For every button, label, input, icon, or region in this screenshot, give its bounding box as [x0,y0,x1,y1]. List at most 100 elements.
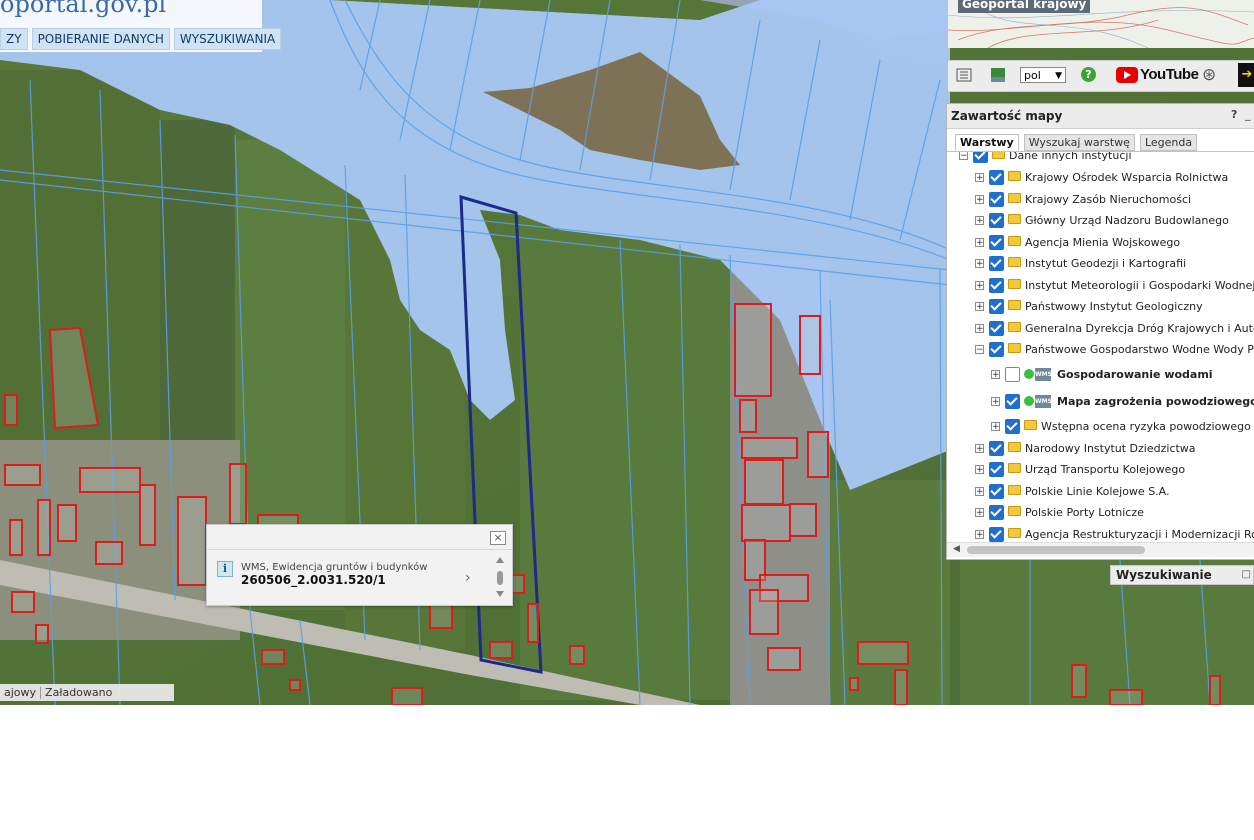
popup-divider [207,549,512,550]
expand-icon[interactable]: + [991,370,1000,380]
layer-checkbox[interactable] [989,256,1004,271]
logo-banner: oportal.gov.pl ZY POBIERANIE DANYCH WYSZ… [0,0,282,52]
layer-row[interactable]: + Polskie Linie Kolejowe S.A. [947,482,1254,502]
folder-icon [1008,300,1021,310]
panel-header: Zawartość mapy ? _ [947,104,1254,129]
layer-checkbox[interactable] [989,527,1004,542]
logo[interactable]: oportal.gov.pl [0,0,166,18]
scroll-left-icon[interactable]: ◀ [953,544,960,554]
expand-icon[interactable]: + [975,259,984,269]
layer-checkbox[interactable] [989,170,1004,185]
layer-checkbox[interactable] [989,192,1004,207]
field-strip [520,210,730,700]
tab-layers[interactable]: Warstwy [955,134,1019,151]
horizontal-scrollbar[interactable]: ◀ [947,542,1254,557]
collapse-icon[interactable]: − [959,152,968,161]
layer-row[interactable]: + Polskie Porty Lotnicze [947,503,1254,523]
layer-row[interactable]: + WMS Mapa zagrożenia powodziowego [947,392,1254,412]
expand-icon[interactable]: + [975,324,984,334]
layer-checkbox[interactable] [989,235,1004,250]
layer-checkbox[interactable] [989,321,1004,336]
expand-icon[interactable]: + [975,487,984,497]
collapse-icon[interactable]: − [975,345,984,355]
expand-icon[interactable]: + [991,397,1000,407]
expand-icon[interactable]: + [975,238,984,248]
expand-icon[interactable]: + [991,422,1000,432]
wms-layer-icon: WMS [1035,395,1052,408]
layer-checkbox[interactable] [989,462,1004,477]
settings-icon[interactable]: ⊛ [1202,65,1216,85]
layer-checkbox[interactable] [989,213,1004,228]
layer-checkbox[interactable] [989,299,1004,314]
layer-row[interactable]: + Urząd Transportu Kolejowego [947,460,1254,480]
layer-row[interactable]: + Krajowy Ośrodek Wsparcia Rolnictwa [947,168,1254,188]
layer-row[interactable]: + Wstępna ocena ryzyka powodziowego [947,417,1254,437]
layer-row[interactable]: + Instytut Meteorologii i Gospodarki Wodn… [947,276,1254,296]
tab-search-layer[interactable]: Wyszukaj warstwę [1023,134,1135,151]
expand-icon[interactable]: + [975,465,984,475]
scroll-thumb[interactable] [497,571,503,585]
layer-row[interactable]: + Instytut Geodezji i Kartografii [947,254,1254,274]
panel-minimize-icon[interactable]: _ [1245,108,1251,121]
expand-icon[interactable]: + [975,173,984,183]
wms-icon[interactable] [990,67,1006,83]
overview-map[interactable]: Geoportal krajowy [948,0,1254,48]
expand-icon[interactable]: + [975,195,984,205]
layer-row[interactable]: − Państwowe Gospodarstwo Wodne Wody Polsk… [947,340,1254,360]
folder-icon [1008,506,1021,516]
layer-checkbox[interactable] [989,278,1004,293]
layer-checkbox[interactable] [989,342,1004,357]
search-panel-header[interactable]: Wyszukiwanie □ [1110,565,1254,585]
folder-icon [1008,171,1021,181]
menu-item-download[interactable]: POBIERANIE DANYCH [31,28,170,50]
restore-icon[interactable]: □ [1242,569,1251,580]
feature-info-popup: × i WMS, Ewidencja gruntów i budynków 26… [206,524,513,606]
layer-row[interactable]: + WMS Gospodarowanie wodami [947,365,1254,385]
layer-row[interactable]: + Generalna Dyrekcja Dróg Krajowych i Aut… [947,319,1254,339]
folder-icon [1008,214,1021,224]
layer-label: Polskie Linie Kolejowe S.A. [1025,485,1170,498]
language-select[interactable]: pol ▼ [1020,67,1066,83]
chevron-right-icon[interactable]: › [465,570,471,586]
panel-help-icon[interactable]: ? [1231,108,1237,121]
layer-row[interactable]: + Krajowy Zasób Nieruchomości [947,190,1254,210]
youtube-button[interactable]: YouTube [1116,66,1199,83]
layer-row[interactable]: + Agencja Mienia Wojskowego [947,233,1254,253]
legend-icon[interactable] [956,67,972,83]
expand-icon[interactable]: + [975,530,984,540]
layer-row[interactable]: + Narodowy Instytut Dziedzictwa [947,439,1254,459]
field-strip [830,480,950,705]
menu-item-search[interactable]: WYSZUKIWANIA [173,28,282,50]
layer-row[interactable]: + Agencja Restrukturyzacji i Modernizacji… [947,525,1254,542]
popup-source: WMS, Ewidencja gruntów i budynków [241,562,428,573]
scroll-up-icon[interactable] [496,557,504,563]
layer-checkbox[interactable] [973,152,988,163]
layer-checkbox[interactable] [1005,394,1020,409]
chevron-down-icon: ▼ [1055,71,1062,81]
expand-icon[interactable]: + [975,216,984,226]
parcel-id: 260506_2.0031.520/1 [241,573,386,587]
scroll-down-icon[interactable] [496,591,504,597]
popup-scrollbar[interactable] [495,555,505,603]
layer-row[interactable]: − Dane innych instytucji [947,152,1254,166]
layer-label: Generalna Dyrekcja Dróg Krajowych i Auto… [1025,322,1254,335]
expand-icon[interactable]: + [975,302,984,312]
close-icon[interactable]: × [490,531,506,545]
tab-legend[interactable]: Legenda [1139,134,1198,151]
layer-label: Krajowy Zasób Nieruchomości [1025,193,1192,206]
layer-checkbox[interactable] [1005,419,1020,434]
layer-label: Główny Urząd Nadzoru Budowlanego [1025,214,1229,227]
menu-item-partial[interactable]: ZY [0,28,28,50]
layer-checkbox[interactable] [989,441,1004,456]
expand-icon[interactable]: + [975,444,984,454]
layer-checkbox[interactable] [1005,367,1020,382]
layer-row[interactable]: + Państwowy Instytut Geologiczny [947,297,1254,317]
layer-row[interactable]: + Główny Urząd Nadzoru Budowlanego [947,211,1254,231]
scroll-thumb[interactable] [967,546,1145,554]
layer-checkbox[interactable] [989,505,1004,520]
expand-icon[interactable]: + [975,281,984,291]
help-icon[interactable]: ? [1081,67,1096,82]
layer-checkbox[interactable] [989,484,1004,499]
expand-icon[interactable]: + [975,508,984,518]
exit-icon[interactable]: ➔ [1238,63,1254,87]
